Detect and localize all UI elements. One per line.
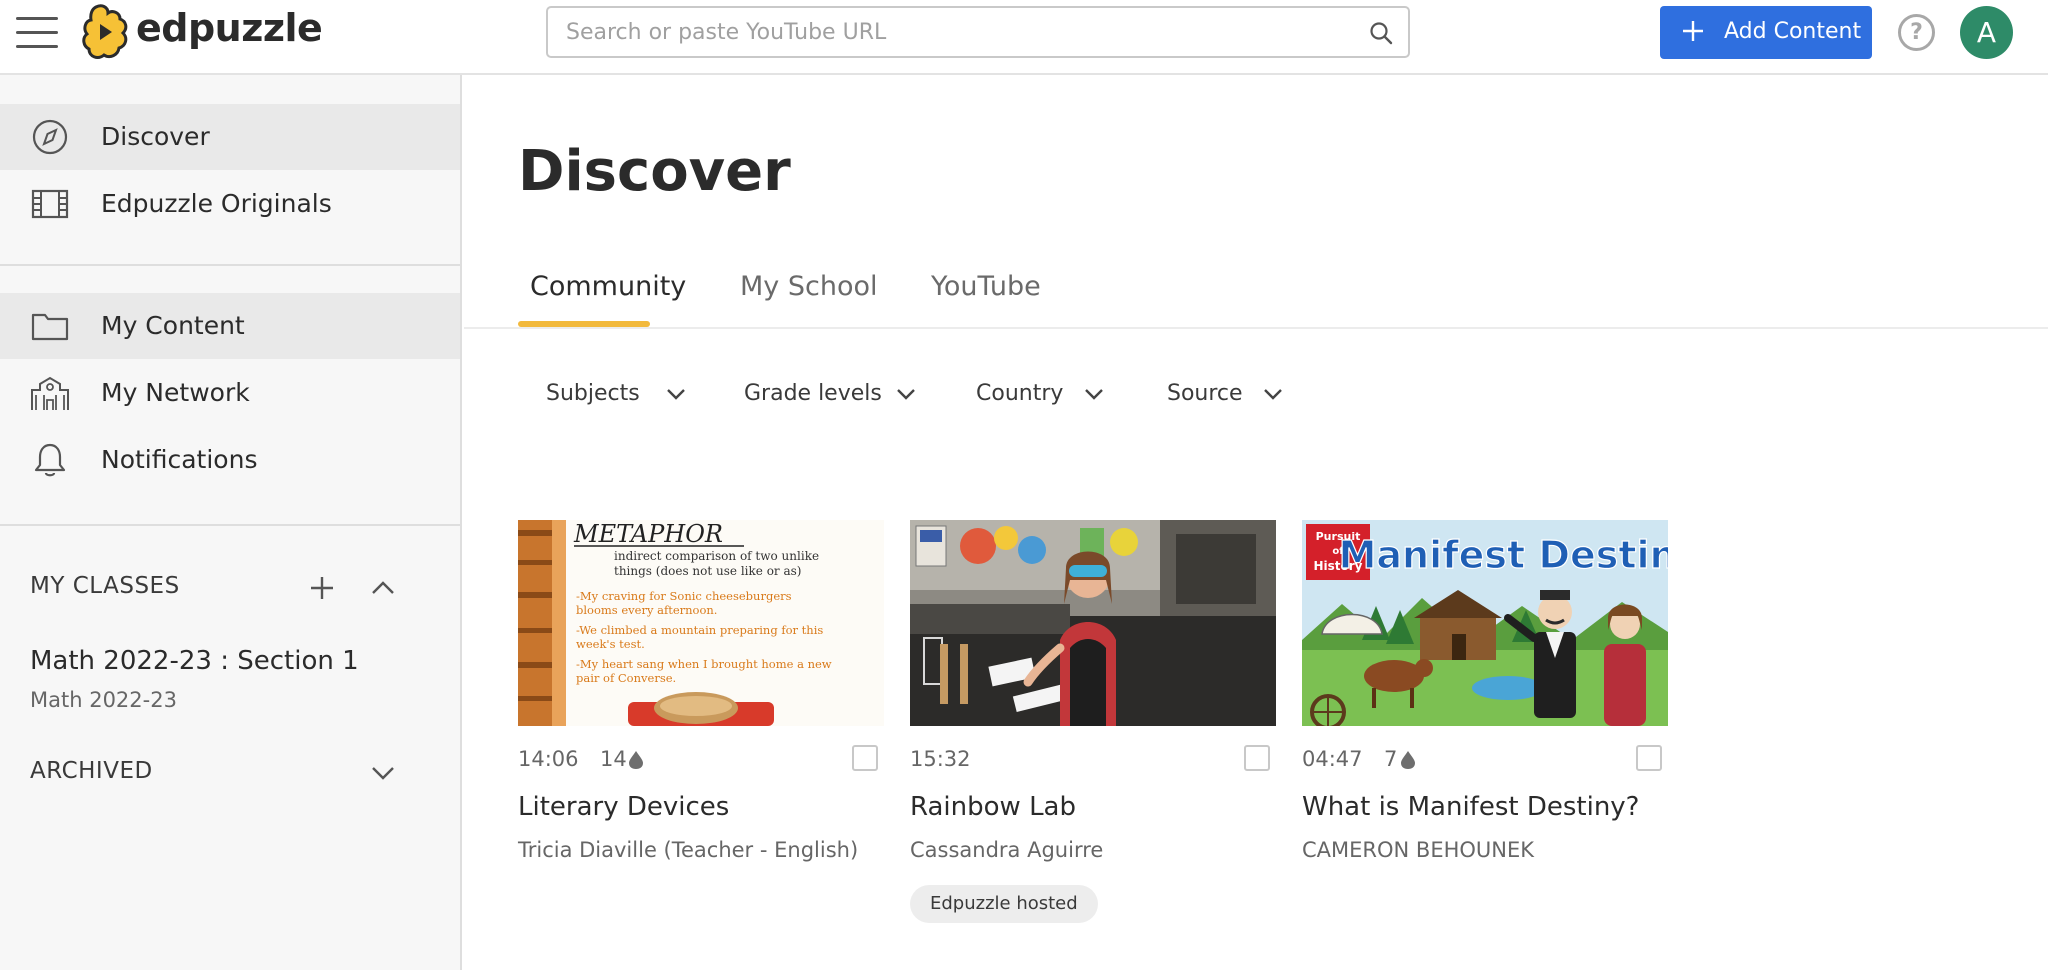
archived-title: ARCHIVED xyxy=(30,758,153,784)
class-name[interactable]: Math 2022-23 : Section 1 xyxy=(30,646,359,676)
search-bar[interactable] xyxy=(546,6,1410,58)
thumb-text: things (does not use like or as) xyxy=(614,564,801,578)
video-duration: 04:47 xyxy=(1302,747,1363,771)
select-checkbox[interactable] xyxy=(1636,745,1662,771)
filter-label: Subjects xyxy=(546,381,640,406)
select-checkbox[interactable] xyxy=(852,745,878,771)
chevron-down-icon[interactable] xyxy=(366,756,400,790)
filter-country[interactable]: Country xyxy=(976,381,1103,406)
bell-icon xyxy=(34,443,66,477)
thumb-text: week's test. xyxy=(576,637,645,651)
brand-name[interactable]: edpuzzle xyxy=(136,6,323,50)
sidebar-item-label: Notifications xyxy=(101,445,258,474)
chevron-down-icon xyxy=(897,389,915,400)
tab-bar: Community My School YouTube xyxy=(464,255,2048,329)
video-thumbnail[interactable]: Pursuit of History Manifest Destiny xyxy=(1302,520,1668,726)
video-title[interactable]: Literary Devices xyxy=(518,792,729,822)
active-tab-indicator xyxy=(518,321,650,327)
thumb-text: blooms every afternoon. xyxy=(576,603,717,617)
chevron-down-icon xyxy=(1085,389,1103,400)
compass-icon xyxy=(32,119,68,155)
question-count: 7 xyxy=(1384,747,1398,771)
video-thumbnail[interactable]: METAPHOR indirect comparison of two unli… xyxy=(518,520,884,726)
top-bar: edpuzzle Add Content ? A xyxy=(0,0,2048,75)
video-title[interactable]: Rainbow Lab xyxy=(910,792,1076,822)
question-drop-icon xyxy=(629,751,643,769)
edpuzzle-hosted-badge: Edpuzzle hosted xyxy=(910,885,1098,923)
chevron-up-icon[interactable] xyxy=(366,571,400,605)
folder-icon xyxy=(31,313,69,341)
help-icon[interactable]: ? xyxy=(1898,14,1935,51)
video-author[interactable]: Tricia Diaville (Teacher - English) xyxy=(518,838,858,862)
thumb-text: indirect comparison of two unlike xyxy=(614,549,819,563)
sidebar-item-my-content[interactable]: My Content xyxy=(0,293,460,359)
sidebar-divider xyxy=(0,264,460,266)
thumb-heading: Manifest Destiny xyxy=(1339,533,1668,577)
thumb-text: -We climbed a mountain preparing for thi… xyxy=(576,623,823,637)
add-content-label: Add Content xyxy=(1724,19,1862,44)
sidebar-item-label: My Content xyxy=(101,311,245,340)
thumb-heading: METAPHOR xyxy=(573,520,723,548)
main-content: Discover Community My School YouTube Sub… xyxy=(464,75,2048,970)
school-icon xyxy=(31,376,69,410)
add-content-button[interactable]: Add Content xyxy=(1660,6,1872,59)
sidebar-divider xyxy=(0,524,460,526)
avatar[interactable]: A xyxy=(1960,6,2013,59)
tab-youtube[interactable]: YouTube xyxy=(931,271,1041,302)
tab-community[interactable]: Community xyxy=(530,271,686,302)
class-subtitle: Math 2022-23 xyxy=(30,688,177,712)
thumb-text: pair of Converse. xyxy=(576,671,676,685)
filter-source[interactable]: Source xyxy=(1167,381,1282,406)
sidebar-item-label: Edpuzzle Originals xyxy=(101,189,332,218)
thumb-text: -My craving for Sonic cheeseburgers xyxy=(576,589,792,603)
tab-my-school[interactable]: My School xyxy=(740,271,878,302)
film-icon xyxy=(31,189,69,219)
add-class-icon[interactable] xyxy=(305,571,339,605)
search-icon[interactable] xyxy=(1368,20,1394,46)
filter-label: Source xyxy=(1167,381,1243,406)
menu-icon[interactable] xyxy=(16,15,58,51)
video-thumbnail[interactable] xyxy=(910,520,1276,726)
sidebar-item-my-network[interactable]: My Network xyxy=(0,360,460,426)
filter-label: Grade levels xyxy=(744,381,882,406)
video-author[interactable]: Cassandra Aguirre xyxy=(910,838,1103,862)
sidebar-item-notifications[interactable]: Notifications xyxy=(0,427,460,493)
edpuzzle-logo-icon[interactable] xyxy=(82,4,130,62)
sidebar-item-label: My Network xyxy=(101,378,250,407)
sidebar-item-edpuzzle-originals[interactable]: Edpuzzle Originals xyxy=(0,171,460,237)
video-author[interactable]: CAMERON BEHOUNEK xyxy=(1302,838,1534,862)
thumb-text: -My heart sang when I brought home a new xyxy=(576,657,832,671)
chevron-down-icon xyxy=(1264,389,1282,400)
video-title[interactable]: What is Manifest Destiny? xyxy=(1302,792,1639,822)
select-checkbox[interactable] xyxy=(1244,745,1270,771)
plus-icon xyxy=(1683,21,1703,41)
page-title: Discover xyxy=(518,139,791,204)
filter-subjects[interactable]: Subjects xyxy=(546,381,685,406)
sidebar: Discover Edpuzzle Originals My Content M… xyxy=(0,75,462,970)
question-count: 14 xyxy=(600,747,627,771)
video-duration: 15:32 xyxy=(910,747,971,771)
my-classes-title: MY CLASSES xyxy=(30,573,180,599)
search-input[interactable] xyxy=(566,8,1346,56)
filter-grade-levels[interactable]: Grade levels xyxy=(744,381,915,406)
question-drop-icon xyxy=(1401,751,1415,769)
video-duration: 14:06 xyxy=(518,747,579,771)
sidebar-item-discover[interactable]: Discover xyxy=(0,104,460,170)
chevron-down-icon xyxy=(667,389,685,400)
filter-label: Country xyxy=(976,381,1064,406)
sidebar-item-label: Discover xyxy=(101,122,210,151)
